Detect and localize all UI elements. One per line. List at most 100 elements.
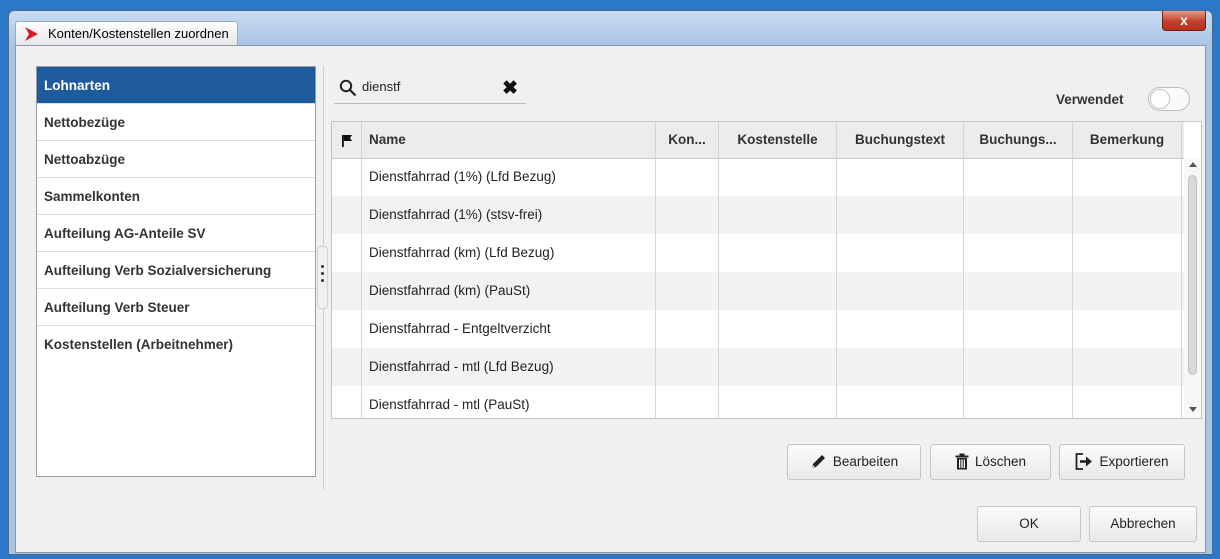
export-icon <box>1076 453 1093 470</box>
window-title: Konten/Kostenstellen zuordnen <box>48 26 229 41</box>
verwendet-toggle[interactable] <box>1148 87 1190 111</box>
column-header-kostenstelle[interactable]: Kostenstelle <box>719 122 837 158</box>
cell-name: Dienstfahrrad (1%) (stsv-frei) <box>362 196 656 234</box>
table-cell <box>964 158 1073 196</box>
pencil-icon <box>811 454 825 468</box>
search-icon <box>339 79 357 97</box>
app-logo-icon <box>25 27 38 41</box>
table-cell <box>656 348 719 386</box>
table-cell <box>719 348 837 386</box>
table-cell <box>719 386 837 418</box>
table-cell <box>1073 158 1182 196</box>
scroll-up-icon[interactable] <box>1189 162 1197 167</box>
table-cell <box>1073 386 1182 418</box>
table-cell <box>656 386 719 418</box>
export-button-label: Exportieren <box>1099 454 1169 469</box>
table-row[interactable]: Dienstfahrrad (1%) (stsv-frei) <box>332 196 1184 234</box>
column-header-name[interactable]: Name <box>362 122 656 158</box>
nav-item-sammelkonten[interactable]: Sammelkonten <box>37 178 315 215</box>
toggle-knob <box>1150 89 1170 109</box>
table-cell <box>332 158 362 196</box>
nav-item-aufteilung-ag-anteile-sv[interactable]: Aufteilung AG-Anteile SV <box>37 215 315 252</box>
flag-column-header[interactable] <box>332 122 362 158</box>
nav-item-kostenstellen-arbeitnehmer[interactable]: Kostenstellen (Arbeitnehmer) <box>37 326 315 363</box>
close-window-button[interactable]: x <box>1162 11 1206 31</box>
table-cell <box>332 272 362 310</box>
table-cell <box>837 272 964 310</box>
accounts-table: Name Kon... Kostenstelle Buchungstext Bu… <box>331 121 1202 419</box>
table-row[interactable]: Dienstfahrrad (km) (Lfd Bezug) <box>332 234 1184 272</box>
table-cell <box>964 234 1073 272</box>
splitter-handle[interactable] <box>317 246 328 309</box>
cancel-button[interactable]: Abbrechen <box>1089 506 1197 542</box>
close-icon: x <box>1180 12 1188 28</box>
table-cell <box>837 234 964 272</box>
cell-name: Dienstfahrrad (km) (PauSt) <box>362 272 656 310</box>
table-cell <box>332 348 362 386</box>
table-cell <box>656 310 719 348</box>
nav-item-aufteilung-verb-sozialversicherung[interactable]: Aufteilung Verb Sozialversicherung <box>37 252 315 289</box>
table-cell <box>837 158 964 196</box>
delete-button[interactable]: Löschen <box>930 444 1051 480</box>
table-cell <box>719 234 837 272</box>
table-cell <box>332 386 362 418</box>
verwendet-label: Verwendet <box>1056 92 1124 107</box>
dialog-window: Konten/Kostenstellen zuordnen x Lohnarte… <box>8 10 1213 555</box>
scrollbar-thumb[interactable] <box>1188 175 1197 375</box>
table-cell <box>1073 348 1182 386</box>
export-button[interactable]: Exportieren <box>1059 444 1185 480</box>
table-cell <box>332 234 362 272</box>
table-cell <box>719 158 837 196</box>
column-header-buchungsschluessel[interactable]: Buchungs... <box>964 122 1073 158</box>
edit-button[interactable]: Bearbeiten <box>787 444 921 480</box>
category-list: Lohnarten Nettobezüge Nettoabzüge Sammel… <box>36 66 316 477</box>
table-cell <box>332 310 362 348</box>
vertical-scrollbar[interactable] <box>1184 158 1201 418</box>
column-header-konto[interactable]: Kon... <box>656 122 719 158</box>
table-cell <box>656 234 719 272</box>
table-cell <box>1073 196 1182 234</box>
nav-item-nettoabzuege[interactable]: Nettoabzüge <box>37 141 315 178</box>
nav-item-aufteilung-verb-steuer[interactable]: Aufteilung Verb Steuer <box>37 289 315 326</box>
nav-item-nettobezuege[interactable]: Nettobezüge <box>37 104 315 141</box>
window-title-tab: Konten/Kostenstellen zuordnen <box>15 21 238 46</box>
column-header-buchungstext[interactable]: Buchungstext <box>837 122 964 158</box>
ok-button[interactable]: OK <box>977 506 1081 542</box>
table-cell <box>837 348 964 386</box>
search-field[interactable]: dienstf ✖ <box>334 75 526 104</box>
cell-name: Dienstfahrrad (1%) (Lfd Bezug) <box>362 158 656 196</box>
nav-item-lohnarten[interactable]: Lohnarten <box>37 67 315 104</box>
drag-handle-icon <box>321 265 324 286</box>
table-row[interactable]: Dienstfahrrad - mtl (Lfd Bezug) <box>332 348 1184 386</box>
table-header: Name Kon... Kostenstelle Buchungstext Bu… <box>332 122 1184 159</box>
table-cell <box>719 196 837 234</box>
table-cell <box>837 310 964 348</box>
column-header-bemerkung[interactable]: Bemerkung <box>1073 122 1182 158</box>
cell-name: Dienstfahrrad (km) (Lfd Bezug) <box>362 234 656 272</box>
edit-button-label: Bearbeiten <box>832 454 899 469</box>
table-row[interactable]: Dienstfahrrad - Entgeltverzicht <box>332 310 1184 348</box>
title-bar[interactable]: Konten/Kostenstellen zuordnen x <box>9 11 1212 47</box>
table-cell <box>964 310 1073 348</box>
table-row[interactable]: Dienstfahrrad (km) (PauSt) <box>332 272 1184 310</box>
dialog-client-area: Lohnarten Nettobezüge Nettoabzüge Sammel… <box>15 45 1206 553</box>
table-cell <box>1073 272 1182 310</box>
cell-name: Dienstfahrrad - mtl (Lfd Bezug) <box>362 348 656 386</box>
cell-name: Dienstfahrrad - mtl (PauSt) <box>362 386 656 418</box>
table-cell <box>332 196 362 234</box>
table-cell <box>656 272 719 310</box>
table-cell <box>964 348 1073 386</box>
cell-name: Dienstfahrrad - Entgeltverzicht <box>362 310 656 348</box>
table-cell <box>964 386 1073 418</box>
scroll-down-icon[interactable] <box>1189 407 1197 412</box>
table-row[interactable]: Dienstfahrrad (1%) (Lfd Bezug) <box>332 158 1184 196</box>
flag-icon <box>341 134 352 147</box>
table-cell <box>1073 234 1182 272</box>
table-cell <box>964 272 1073 310</box>
table-row[interactable]: Dienstfahrrad - mtl (PauSt) <box>332 386 1184 418</box>
delete-button-label: Löschen <box>974 454 1027 469</box>
trash-icon <box>955 453 969 470</box>
table-cell <box>964 196 1073 234</box>
clear-search-icon[interactable]: ✖ <box>502 77 518 100</box>
search-input[interactable]: dienstf <box>362 79 400 94</box>
